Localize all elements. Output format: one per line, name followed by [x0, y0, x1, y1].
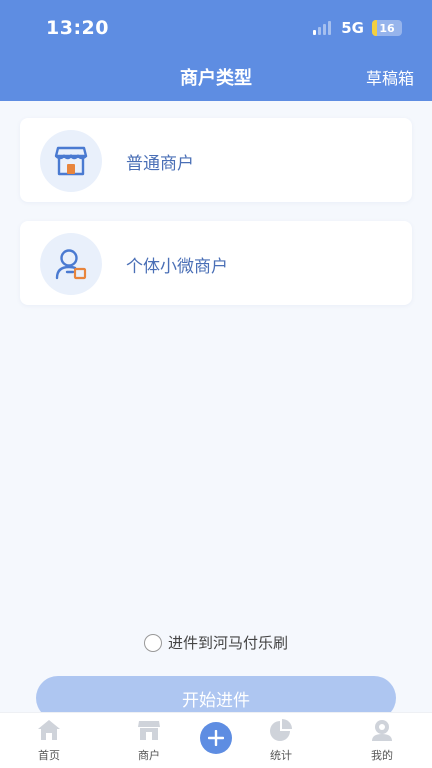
- battery-level: 16: [379, 21, 395, 35]
- pie-chart-icon: [269, 719, 293, 745]
- agreement-radio[interactable]: [143, 633, 162, 652]
- tab-mine[interactable]: 我的: [352, 719, 412, 763]
- battery-icon: 16: [372, 20, 402, 36]
- person-card-icon: [40, 233, 102, 295]
- tab-merchant-label: 商户: [138, 749, 160, 762]
- agreement-row[interactable]: 进件到河马付乐刷: [0, 632, 432, 653]
- tab-stats[interactable]: 统计: [251, 719, 311, 763]
- tab-mine-label: 我的: [371, 749, 393, 762]
- tab-home-label: 首页: [38, 749, 60, 762]
- merchant-type-label: 普通商户: [126, 154, 194, 174]
- merchant-type-micro-card[interactable]: 个体小微商户: [20, 221, 412, 305]
- home-icon: [37, 719, 61, 745]
- signal-icon: [313, 21, 332, 35]
- network-type: 5G: [341, 19, 364, 37]
- tab-bar: 首页 商户 统计 我的: [0, 712, 432, 768]
- tab-merchant[interactable]: 商户: [119, 719, 179, 763]
- agreement-label: 进件到河马付乐刷: [167, 634, 288, 652]
- tab-stats-label: 统计: [270, 749, 292, 762]
- merchant-type-regular-card[interactable]: 普通商户: [20, 118, 412, 202]
- header-bar: 13:20 5G 16 商户类型 草稿箱: [0, 0, 432, 101]
- user-icon: [370, 719, 394, 745]
- merchant-type-label: 个体小微商户: [126, 257, 228, 277]
- tab-home[interactable]: 首页: [19, 719, 79, 763]
- plus-icon: [208, 730, 224, 746]
- storefront-icon: [137, 719, 161, 745]
- add-button[interactable]: [200, 722, 232, 754]
- storefront-icon: [40, 130, 102, 192]
- status-time: 13:20: [46, 17, 109, 39]
- status-indicators: 5G 16: [313, 19, 402, 37]
- draft-box-button[interactable]: 草稿箱: [366, 65, 414, 89]
